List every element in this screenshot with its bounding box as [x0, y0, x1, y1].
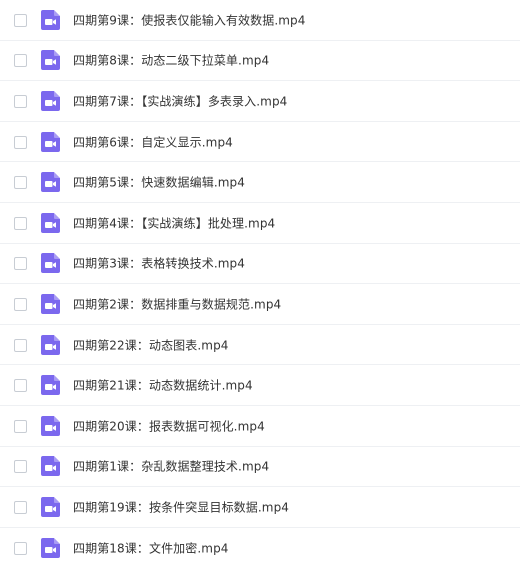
file-name[interactable]: 四期第22课：动态图表.mp4: [73, 336, 229, 353]
row-checkbox[interactable]: [14, 54, 27, 68]
video-file-icon: [40, 49, 61, 71]
video-file-icon: [40, 496, 61, 518]
row-checkbox[interactable]: [14, 135, 27, 149]
file-list: 四期第9课：使报表仅能输入有效数据.mp4 四期第8课：动态二级下拉菜单.mp4…: [0, 0, 520, 568]
video-file-icon: [40, 171, 61, 193]
video-file-icon: [40, 212, 61, 234]
list-item[interactable]: 四期第19课：按条件突显目标数据.mp4: [0, 487, 520, 528]
file-name[interactable]: 四期第19课：按条件突显目标数据.mp4: [73, 498, 289, 515]
row-checkbox[interactable]: [14, 216, 27, 230]
row-checkbox[interactable]: [14, 297, 27, 311]
list-item[interactable]: 四期第2课：数据排重与数据规范.mp4: [0, 284, 520, 325]
file-name[interactable]: 四期第5课：快速数据编辑.mp4: [73, 174, 245, 191]
list-item[interactable]: 四期第7课：【实战演练】多表录入.mp4: [0, 81, 520, 122]
row-checkbox[interactable]: [14, 379, 27, 393]
video-file-icon: [40, 9, 61, 31]
list-item[interactable]: 四期第22课：动态图表.mp4: [0, 325, 520, 366]
list-item[interactable]: 四期第4课：【实战演练】批处理.mp4: [0, 203, 520, 244]
row-checkbox[interactable]: [14, 419, 27, 433]
list-item[interactable]: 四期第18课：文件加密.mp4: [0, 528, 520, 568]
file-name[interactable]: 四期第7课：【实战演练】多表录入.mp4: [73, 92, 287, 109]
row-checkbox[interactable]: [14, 257, 27, 271]
row-checkbox[interactable]: [14, 13, 27, 27]
file-name[interactable]: 四期第20课：报表数据可视化.mp4: [73, 417, 265, 434]
file-name[interactable]: 四期第18课：文件加密.mp4: [73, 540, 229, 557]
list-item[interactable]: 四期第9课：使报表仅能输入有效数据.mp4: [0, 0, 520, 41]
file-name[interactable]: 四期第3课：表格转换技术.mp4: [73, 255, 245, 272]
list-item[interactable]: 四期第1课：杂乱数据整理技术.mp4: [0, 447, 520, 488]
list-item[interactable]: 四期第6课：自定义显示.mp4: [0, 122, 520, 163]
list-item[interactable]: 四期第20课：报表数据可视化.mp4: [0, 406, 520, 447]
file-name[interactable]: 四期第9课：使报表仅能输入有效数据.mp4: [73, 11, 306, 28]
video-file-icon: [40, 334, 61, 356]
video-file-icon: [40, 537, 61, 559]
list-item[interactable]: 四期第3课：表格转换技术.mp4: [0, 244, 520, 285]
row-checkbox[interactable]: [14, 94, 27, 108]
file-name[interactable]: 四期第1课：杂乱数据整理技术.mp4: [73, 458, 269, 475]
video-file-icon: [40, 252, 61, 274]
row-checkbox[interactable]: [14, 338, 27, 352]
video-file-icon: [40, 131, 61, 153]
list-item[interactable]: 四期第21课：动态数据统计.mp4: [0, 365, 520, 406]
video-file-icon: [40, 293, 61, 315]
list-item[interactable]: 四期第8课：动态二级下拉菜单.mp4: [0, 41, 520, 82]
row-checkbox[interactable]: [14, 460, 27, 474]
file-name[interactable]: 四期第4课：【实战演练】批处理.mp4: [73, 214, 275, 231]
video-file-icon: [40, 415, 61, 437]
video-file-icon: [40, 455, 61, 477]
row-checkbox[interactable]: [14, 176, 27, 190]
file-name[interactable]: 四期第21课：动态数据统计.mp4: [73, 377, 253, 394]
video-file-icon: [40, 374, 61, 396]
file-name[interactable]: 四期第2课：数据排重与数据规范.mp4: [73, 295, 281, 312]
row-checkbox[interactable]: [14, 542, 27, 556]
video-file-icon: [40, 90, 61, 112]
list-item[interactable]: 四期第5课：快速数据编辑.mp4: [0, 162, 520, 203]
file-name[interactable]: 四期第8课：动态二级下拉菜单.mp4: [73, 52, 269, 69]
row-checkbox[interactable]: [14, 500, 27, 514]
file-name[interactable]: 四期第6课：自定义显示.mp4: [73, 133, 233, 150]
